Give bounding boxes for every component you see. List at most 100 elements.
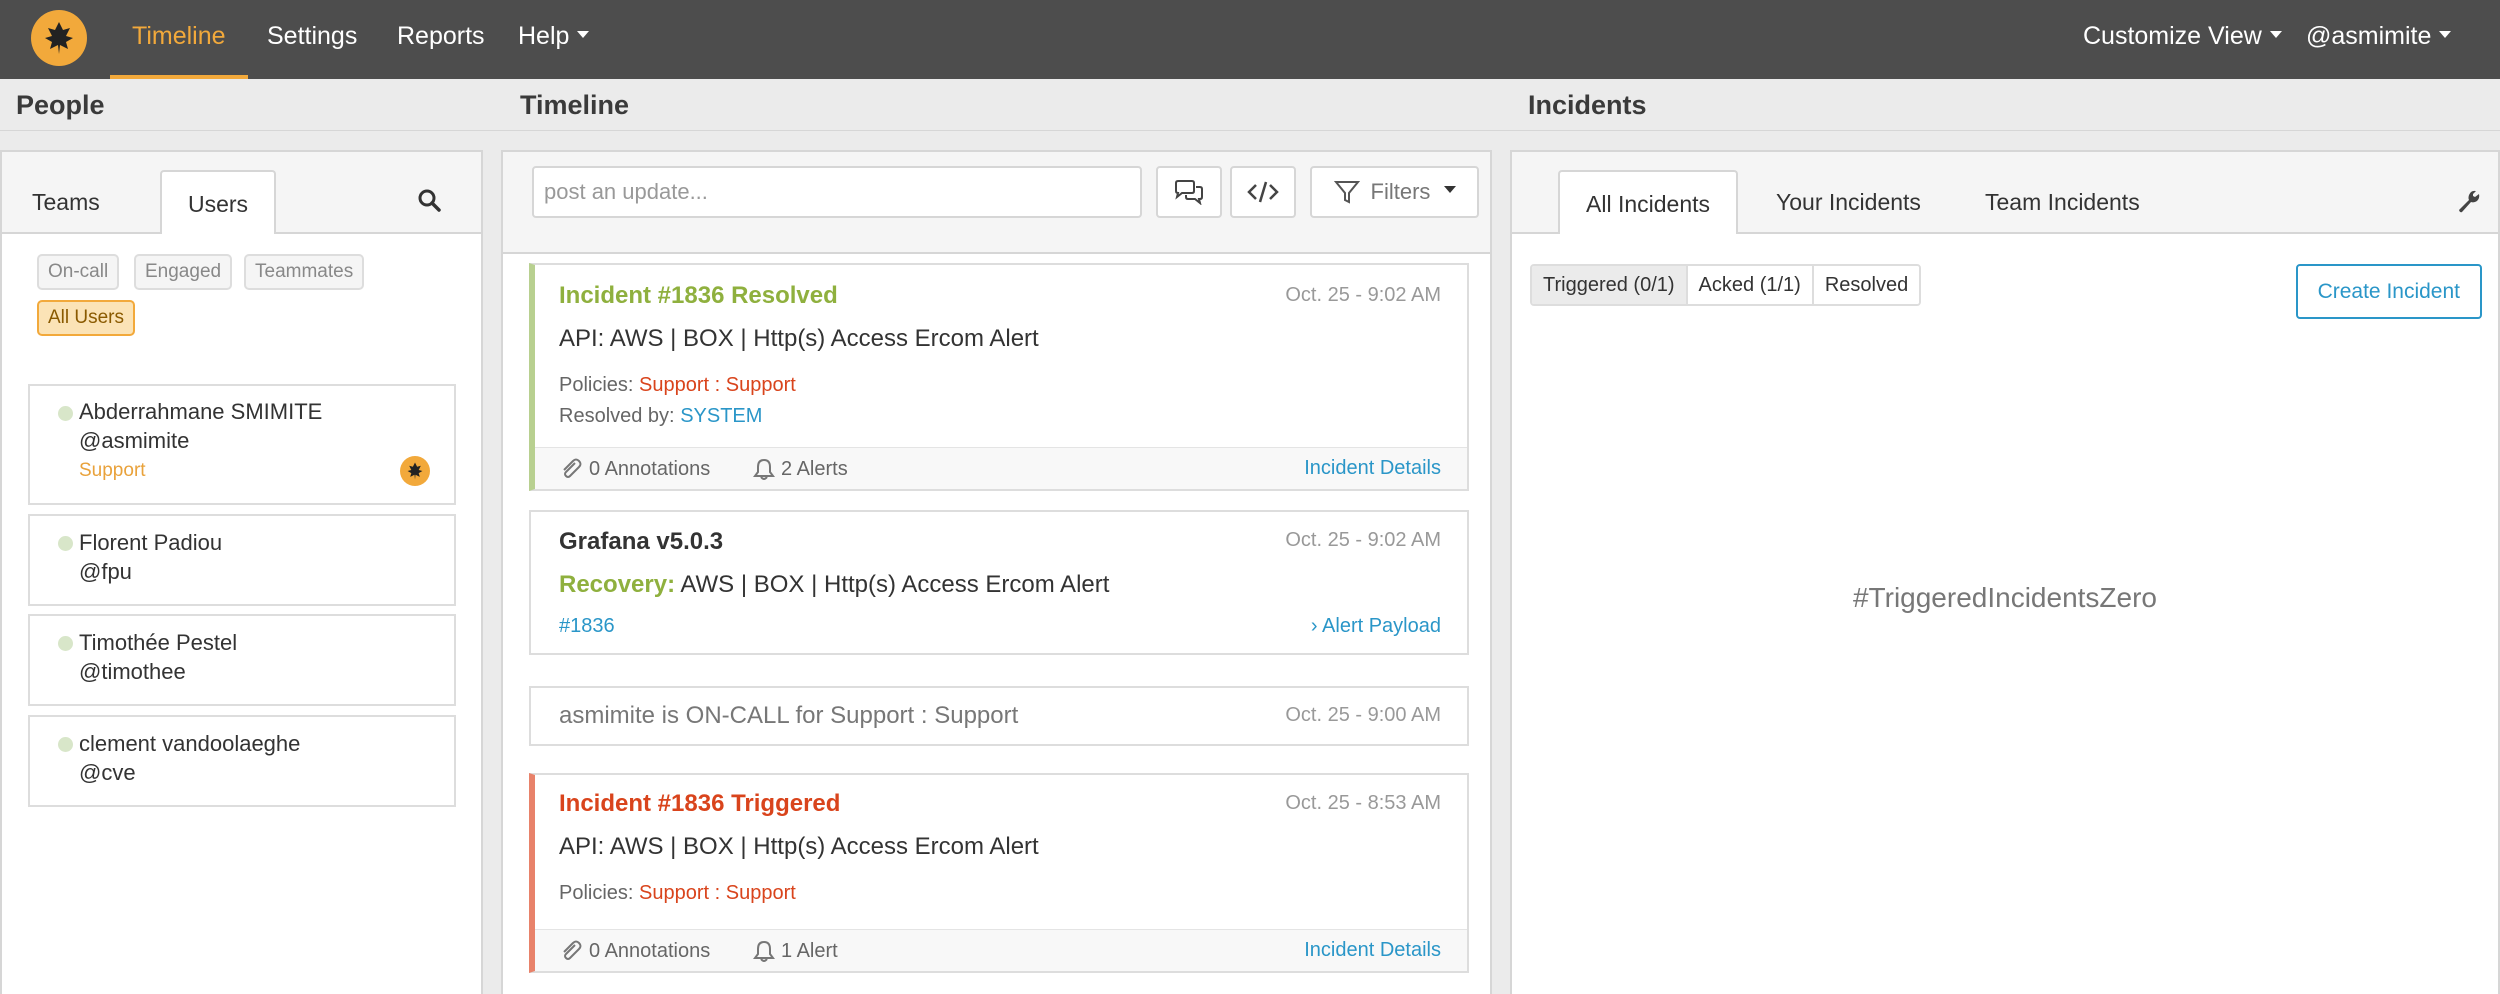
resolved-by-value[interactable]: SYSTEM <box>680 405 762 427</box>
incident-details-link[interactable]: Incident Details <box>1304 939 1441 962</box>
filters-label: Filters <box>1370 179 1431 204</box>
on-call-badge-icon <box>400 456 430 486</box>
card-body: API: AWS | BOX | Http(s) Access Ercom Al… <box>559 833 1039 860</box>
customize-view-menu[interactable]: Customize View <box>2083 0 2282 79</box>
people-tabs: Teams Users <box>2 152 481 236</box>
chevron-down-icon <box>2269 30 2282 38</box>
annotations-label: 0 Annotations <box>589 457 711 480</box>
tab-your-incidents[interactable]: Your Incidents <box>1750 170 1947 236</box>
timeline-section-title: Timeline <box>520 90 630 120</box>
people-panel: Teams Users On-call Engaged Teammates Al… <box>0 150 483 994</box>
search-icon[interactable] <box>417 188 441 212</box>
policies-line: Policies: Support : Support <box>559 374 796 397</box>
comment-button[interactable] <box>1156 166 1222 218</box>
incidents-body: Triggered (0/1) Acked (1/1) Resolved Cre… <box>1512 234 2498 994</box>
user-name: Timothée Pestel <box>79 630 238 655</box>
segment-resolved[interactable]: Resolved <box>1813 266 1920 304</box>
timeline-feed: Incident #1836 Resolved Oct. 25 - 9:02 A… <box>503 252 1490 994</box>
user-card[interactable]: Timothée Pestel @timothee <box>28 614 456 706</box>
people-body: On-call Engaged Teammates All Users Abde… <box>2 234 481 994</box>
card-footer: 0 Annotations 1 Alert Incident Details <box>535 929 1467 971</box>
nav-help[interactable]: Help <box>518 0 590 79</box>
code-button[interactable] <box>1230 166 1296 218</box>
bell-icon <box>753 940 775 962</box>
card-title: Grafana v5.0.3 <box>559 528 724 555</box>
user-team: Support <box>79 460 146 481</box>
leaf-icon <box>45 22 73 54</box>
empty-state-text: #TriggeredIncidentsZero <box>1852 582 2157 613</box>
user-card[interactable]: clement vandoolaeghe @cve <box>28 715 456 807</box>
grafana-alert-card: Grafana v5.0.3 Oct. 25 - 9:02 AM Recover… <box>529 510 1469 655</box>
resolved-by-line: Resolved by: SYSTEM <box>559 405 762 428</box>
people-section-title: People <box>16 90 105 120</box>
segment-acked[interactable]: Acked (1/1) <box>1687 266 1814 304</box>
policies-label: Policies: <box>559 882 634 904</box>
section-header-bar <box>0 79 2500 131</box>
card-body: API: AWS | BOX | Http(s) Access Ercom Al… <box>559 325 1039 352</box>
filter-engaged[interactable]: Engaged <box>134 254 233 290</box>
status-dot <box>58 406 73 421</box>
incidents-section-title: Incidents <box>1528 90 1647 120</box>
segment-triggered[interactable]: Triggered (0/1) <box>1532 266 1688 304</box>
incident-resolved-card: Incident #1836 Resolved Oct. 25 - 9:02 A… <box>529 263 1469 491</box>
status-dot <box>58 636 73 651</box>
recovery-text: AWS | BOX | Http(s) Access Ercom Alert <box>680 571 1110 598</box>
post-update-input[interactable] <box>532 166 1142 218</box>
user-menu[interactable]: @asmimite <box>2306 0 2452 79</box>
chat-bubbles-icon <box>1175 180 1203 205</box>
policies-value[interactable]: Support : Support <box>639 374 796 396</box>
nav-settings[interactable]: Settings <box>267 0 357 79</box>
filter-all-users[interactable]: All Users <box>37 300 136 336</box>
incident-state-filter: Triggered (0/1) Acked (1/1) Resolved <box>1530 264 1922 306</box>
tab-teams[interactable]: Teams <box>6 170 126 236</box>
create-incident-button[interactable]: Create Incident <box>2295 264 2482 319</box>
tab-all-incidents[interactable]: All Incidents <box>1558 170 1739 236</box>
alert-payload-label: Alert Payload <box>1322 615 1441 637</box>
user-handle: @asmimite <box>79 428 190 453</box>
incident-link[interactable]: #1836 <box>559 615 615 638</box>
bell-icon <box>753 458 775 480</box>
paperclip-icon <box>563 940 582 960</box>
user-handle: @fpu <box>79 559 132 584</box>
code-icon <box>1247 181 1279 203</box>
incident-details-link[interactable]: Incident Details <box>1304 457 1441 480</box>
alerts-count[interactable]: 2 Alerts <box>753 457 848 481</box>
user-name: Abderrahmane SMIMITE <box>79 399 323 424</box>
user-card[interactable]: Florent Padiou @fpu <box>28 514 456 606</box>
policies-line: Policies: Support : Support <box>559 882 796 905</box>
nav-reports[interactable]: Reports <box>397 0 485 79</box>
tab-team-incidents[interactable]: Team Incidents <box>1959 170 2166 236</box>
alerts-label: 2 Alerts <box>781 457 848 480</box>
policies-value[interactable]: Support : Support <box>639 882 796 904</box>
card-date: Oct. 25 - 9:02 AM <box>1285 284 1441 306</box>
annotations-count[interactable]: 0 Annotations <box>559 457 710 481</box>
filters-button[interactable]: Filters <box>1310 166 1479 218</box>
card-title[interactable]: Incident #1836 Resolved <box>559 282 838 310</box>
user-card[interactable]: Abderrahmane SMIMITE @asmimite Support <box>28 384 456 505</box>
chevron-down-icon <box>1444 185 1457 193</box>
policies-label: Policies: <box>559 374 634 396</box>
nav-timeline[interactable]: Timeline <box>110 0 248 79</box>
annotations-count[interactable]: 0 Annotations <box>559 939 710 963</box>
incidents-panel: All Incidents Your Incidents Team Incide… <box>1510 150 2500 994</box>
user-handle: @timothee <box>79 659 186 684</box>
chevron-right-icon: › <box>1310 615 1318 637</box>
top-navbar: Timeline Settings Reports Help Customize… <box>0 0 2500 79</box>
card-title[interactable]: Incident #1836 Triggered <box>559 790 840 818</box>
wrench-icon[interactable] <box>2456 188 2482 214</box>
tab-users[interactable]: Users <box>160 170 277 236</box>
app-logo[interactable] <box>31 10 87 66</box>
alerts-count[interactable]: 1 Alert <box>753 939 838 963</box>
card-date: Oct. 25 - 8:53 AM <box>1285 792 1441 814</box>
card-date: Oct. 25 - 9:00 AM <box>1285 704 1441 726</box>
user-name: Florent Padiou <box>79 530 223 555</box>
alerts-label: 1 Alert <box>781 939 838 962</box>
customize-view-label: Customize View <box>2083 22 2262 50</box>
alert-payload-toggle[interactable]: › Alert Payload <box>1311 615 1441 638</box>
card-body: Recovery: AWS | BOX | Http(s) Access Erc… <box>559 571 1109 599</box>
status-dot <box>58 536 73 551</box>
resolved-by-label: Resolved by: <box>559 405 675 427</box>
filter-teammates[interactable]: Teammates <box>244 254 365 290</box>
incident-triggered-card: Incident #1836 Triggered Oct. 25 - 8:53 … <box>529 773 1469 973</box>
filter-on-call[interactable]: On-call <box>37 254 120 290</box>
